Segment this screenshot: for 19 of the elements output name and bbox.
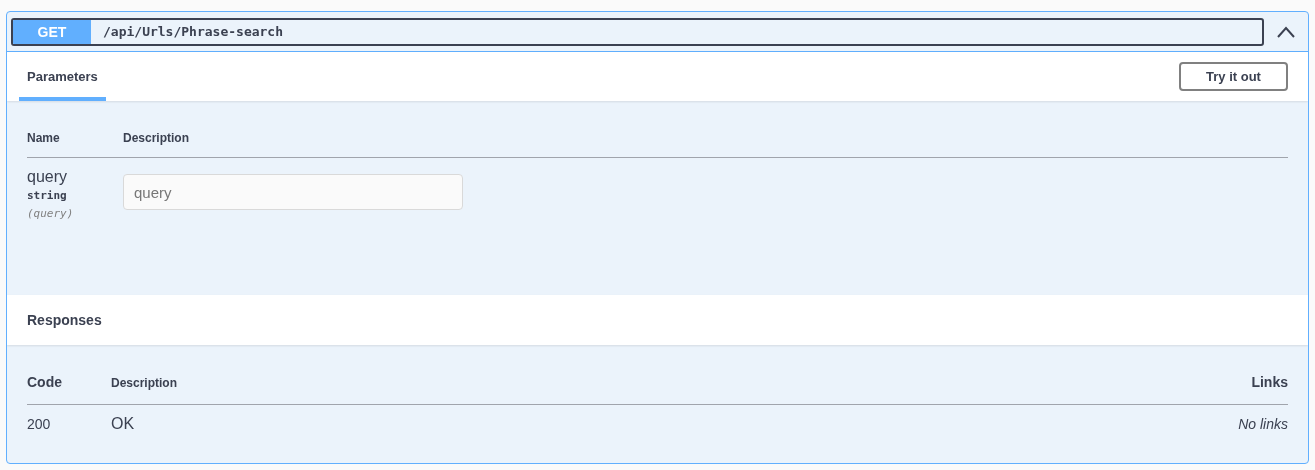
column-header: Description	[123, 131, 189, 145]
operation-summary[interactable]: GET /api/Urls/Phrase-search	[11, 17, 1264, 46]
parameter-name: query	[27, 168, 69, 186]
parameter-location: (query)	[27, 207, 75, 220]
chevron-icon[interactable]	[1276, 25, 1296, 38]
parameters-tab[interactable]: Parameters	[19, 52, 106, 101]
section-title: Responses	[27, 312, 102, 328]
column-header: Code	[27, 374, 63, 390]
try-it-out-button[interactable]: Try it out	[1179, 62, 1288, 91]
response-links: No links	[1238, 416, 1288, 432]
response-description: OK	[111, 415, 136, 433]
method-badge: GET	[13, 19, 91, 44]
response-code: 200	[27, 416, 52, 432]
column-header: Description	[111, 376, 178, 390]
column-header: Links	[1251, 374, 1288, 390]
input-field[interactable]: query	[123, 174, 463, 210]
parameter-type: string	[27, 189, 68, 202]
column-header: Name	[27, 131, 61, 145]
endpoint-path: /api/Urls/Phrase-search	[102, 23, 283, 41]
